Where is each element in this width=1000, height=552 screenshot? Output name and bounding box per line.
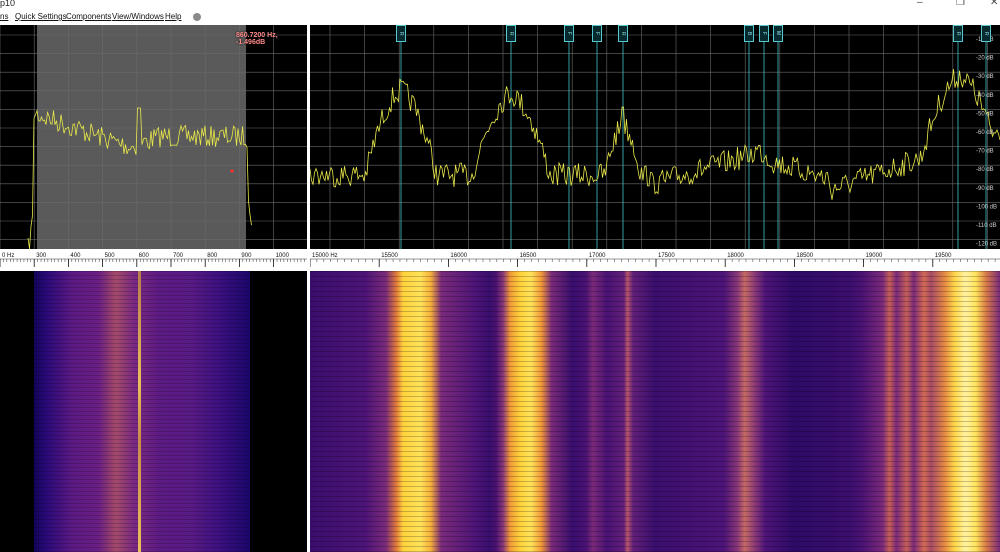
title-bar: p10 – ❐ ✕ [0,0,1000,10]
db-scale-label: -80 dB [976,167,994,173]
frequency-tick-label: 17000 [589,253,606,259]
menu-item-options[interactable]: ns [0,12,8,21]
signal-marker-label[interactable]: F [592,25,602,42]
left-spectrum-panel[interactable]: 860.7200 Hz, -1.496dB [0,25,307,249]
db-scale-label: -120 dB [976,242,997,248]
left-spectrum-svg [0,25,307,249]
db-scale-label: -90 dB [976,186,994,192]
record-indicator-icon[interactable] [193,13,201,21]
menu-item-quick-settings[interactable]: Quick Settings [15,12,67,21]
panel-divider[interactable] [307,25,310,552]
frequency-tick-label: 18000 [727,253,744,259]
frequency-tick-label: 19000 [866,253,883,259]
frequency-tick-label: 0 Hz [2,253,14,259]
cursor-readout: 860.7200 Hz, -1.496dB [236,32,278,46]
right-waterfall-bands [310,271,1000,552]
frequency-tick-label: 600 [139,253,150,259]
frequency-tick-label: 18500 [796,253,813,259]
left-frequency-ruler[interactable]: 0 Hz 300 400 500 600 700 800 900 1000 [0,249,307,271]
db-scale-label: -110 dB [976,223,997,229]
db-scale-label: -30 dB [976,74,994,80]
menu-item-view-windows[interactable]: View/Windows [112,12,164,21]
window-title: p10 [0,0,16,8]
frequency-tick-label: 15500 [381,253,398,259]
right-frequency-ruler[interactable]: 15000 Hz 15500 16000 16500 17000 17500 18000 18… [310,249,1000,271]
signal-marker-label[interactable]: R [981,25,991,42]
frequency-tick-label: 17500 [658,253,675,259]
signal-marker-label[interactable]: F [564,25,574,42]
close-icon[interactable]: ✕ [990,0,998,8]
menu-item-help[interactable]: Help [165,12,181,21]
frequency-tick-label: 700 [173,253,184,259]
left-waterfall[interactable] [0,271,307,552]
db-scale-label: -50 dB [976,111,994,117]
db-scale-label: -70 dB [976,149,994,155]
left-waterfall-band [34,271,250,552]
db-scale-label: -100 dB [976,204,997,210]
minimize-icon[interactable]: – [917,0,923,8]
frequency-tick-label: 15000 Hz [312,253,338,259]
cursor-point [230,169,234,173]
signal-marker-label[interactable]: R [396,25,406,42]
frequency-tick-label: 1000 [276,253,290,259]
frequency-tick-label: 300 [36,253,47,259]
db-scale-label: -60 dB [976,130,994,136]
right-waterfall[interactable] [310,271,1000,552]
left-waterfall-tone-line [138,271,141,552]
frequency-tick-label: 800 [207,253,218,259]
signal-marker-label[interactable]: F [759,25,769,42]
db-scale-label: -20 dB [976,56,994,62]
signal-marker-label[interactable]: B [744,25,754,42]
frequency-tick-label: 900 [241,253,252,259]
frequency-tick-label: 16500 [520,253,537,259]
frequency-tick-label: 400 [70,253,81,259]
signal-marker-label[interactable]: M [773,25,783,42]
signal-marker-label[interactable]: R [506,25,516,42]
right-spectrum-trace [310,69,1000,200]
menu-item-components[interactable]: Components [66,12,111,21]
signal-marker-label[interactable]: R [618,25,628,42]
maximize-icon[interactable]: ❐ [956,0,965,8]
frequency-tick-label: 19500 [935,253,952,259]
right-spectrum-svg: -10 dB-20 dB-30 dB-40 dB-50 dB-60 dB-70 … [310,25,1000,249]
signal-marker-label[interactable]: R [953,25,963,42]
frequency-tick-label: 500 [105,253,116,259]
db-scale-label: -40 dB [976,93,994,99]
right-spectrum-panel[interactable]: -10 dB-20 dB-30 dB-40 dB-50 dB-60 dB-70 … [310,25,1000,249]
frequency-tick-label: 16000 [450,253,467,259]
menu-bar: ns Quick Settings Components View/Window… [0,10,1000,26]
